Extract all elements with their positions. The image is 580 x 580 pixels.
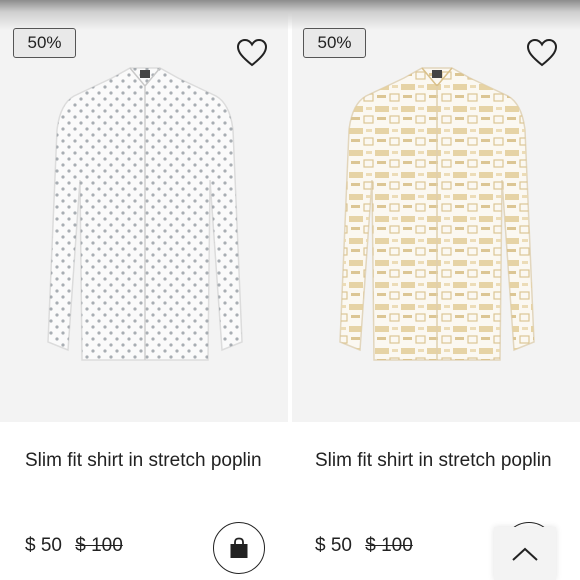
price-original: $ 100 [365, 535, 413, 556]
product-name[interactable]: Slim fit shirt in stretch poplin [25, 448, 270, 474]
shirt-dotted-print-image [47, 67, 243, 361]
discount-badge: 50% [303, 28, 366, 58]
price-current: $ 50 [25, 535, 62, 556]
add-to-bag-button[interactable] [213, 522, 265, 574]
scroll-to-top-button[interactable] [494, 527, 556, 580]
product-grid: 50% Slim fit shirt in stretch poplin $ 5… [0, 0, 580, 580]
product-name[interactable]: Slim fit shirt in stretch poplin [315, 448, 560, 474]
discount-badge: 50% [13, 28, 76, 58]
heart-outline-icon[interactable] [526, 38, 558, 68]
product-card[interactable]: 50% Slim fit shirt in stretch poplin $ 5… [290, 0, 580, 580]
price-row: $ 50 $ 100 [25, 535, 123, 557]
shopping-bag-icon [230, 537, 248, 558]
price-original: $ 100 [75, 535, 123, 556]
price-row: $ 50 $ 100 [315, 535, 413, 557]
shirt-graphic-print-image [339, 67, 535, 361]
chevron-up-icon [512, 547, 538, 561]
heart-outline-icon[interactable] [236, 38, 268, 68]
product-card[interactable]: 50% Slim fit shirt in stretch poplin $ 5… [0, 0, 290, 580]
price-current: $ 50 [315, 535, 352, 556]
top-header-shadow [0, 0, 580, 30]
